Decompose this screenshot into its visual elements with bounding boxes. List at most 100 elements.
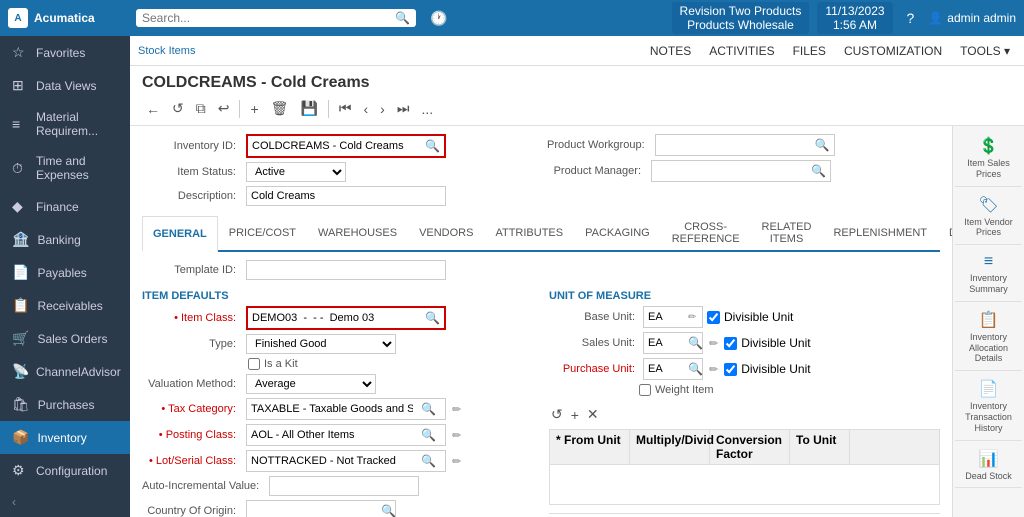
item-class-search-icon[interactable]: 🔍: [421, 309, 444, 327]
customization-button[interactable]: CUSTOMIZATION: [838, 42, 948, 60]
delete-button[interactable]: 🗑: [267, 98, 293, 119]
tax-category-input-wrap[interactable]: 🔍: [246, 398, 446, 420]
sales-unit-search-icon[interactable]: 🔍: [684, 334, 707, 352]
add-button[interactable]: +: [246, 99, 262, 119]
product-workgroup-input-wrap[interactable]: 🔍: [655, 134, 835, 156]
sidebar-item-salesorders[interactable]: 🛒 Sales Orders: [0, 322, 130, 355]
save-button[interactable]: 💾: [296, 98, 321, 119]
is-kit-checkbox[interactable]: [248, 358, 260, 370]
base-unit-search-icon[interactable]: ✏: [684, 310, 700, 325]
country-origin-search-icon[interactable]: 🔍: [377, 502, 400, 517]
lot-serial-input-wrap[interactable]: 🔍: [246, 450, 446, 472]
tab-packaging[interactable]: PACKAGING: [574, 216, 661, 250]
tab-relateditems[interactable]: RELATED ITEMS: [751, 216, 823, 250]
conv-refresh-button[interactable]: ↺: [549, 404, 565, 425]
base-divisible-checkbox[interactable]: [707, 311, 720, 324]
purchase-unit-input-wrap[interactable]: 🔍: [643, 358, 703, 380]
posting-class-input-wrap[interactable]: 🔍: [246, 424, 446, 446]
tab-warehouses[interactable]: WAREHOUSES: [307, 216, 408, 250]
type-select[interactable]: Finished Good: [246, 334, 396, 354]
lot-serial-search-icon[interactable]: 🔍: [417, 452, 440, 470]
prev-button[interactable]: ‹: [359, 99, 372, 119]
sidebar-item-channeladvisor[interactable]: 📡 ChannelAdvisor: [0, 355, 130, 388]
sales-unit-input-wrap[interactable]: 🔍: [643, 332, 703, 354]
sidebar-item-purchases[interactable]: 🛍 Purchases: [0, 388, 130, 421]
item-class-input-wrap[interactable]: 🔍: [246, 306, 446, 330]
posting-class-edit-icon[interactable]: ✏: [450, 429, 463, 442]
files-button[interactable]: FILES: [787, 42, 832, 60]
logo[interactable]: A Acumatica: [8, 8, 128, 28]
description-input[interactable]: [246, 186, 446, 206]
back-button[interactable]: ←: [142, 99, 164, 119]
sidebar-item-inventory[interactable]: 📦 Inventory: [0, 421, 130, 454]
item-class-input[interactable]: [248, 308, 421, 328]
product-manager-search-icon[interactable]: 🔍: [807, 162, 830, 180]
sidebar-item-dataviews[interactable]: ⊞ Data Views: [0, 69, 130, 102]
sidebar-item-receivables[interactable]: 📋 Receivables: [0, 289, 130, 322]
sales-unit-input[interactable]: [644, 333, 684, 353]
product-manager-input-wrap[interactable]: 🔍: [651, 160, 831, 182]
breadcrumb[interactable]: Stock Items: [138, 45, 195, 57]
product-workgroup-search-icon[interactable]: 🔍: [811, 136, 834, 154]
activities-button[interactable]: ACTIVITIES: [703, 42, 780, 60]
tools-button[interactable]: TOOLS ▾: [954, 42, 1016, 60]
lot-serial-input[interactable]: [247, 451, 417, 471]
inventory-summary-button[interactable]: ≡ Inventory Summary: [955, 247, 1022, 302]
auto-inc-input[interactable]: [269, 476, 419, 496]
sales-unit-edit-icon[interactable]: ✏: [707, 337, 720, 350]
sidebar-item-material[interactable]: ≡ Material Requirem...: [0, 102, 130, 146]
tab-pricecost[interactable]: PRICE/COST: [218, 216, 307, 250]
country-origin-input[interactable]: [247, 501, 377, 517]
first-button[interactable]: ⏮: [335, 98, 356, 119]
item-status-select[interactable]: Active: [246, 162, 346, 182]
sidebar-item-configuration[interactable]: ⚙ Configuration: [0, 454, 130, 487]
history-icon[interactable]: 🕐: [424, 6, 453, 31]
sidebar-item-banking[interactable]: 🏦 Banking: [0, 223, 130, 256]
search-input[interactable]: [142, 11, 391, 25]
sidebar-item-finance[interactable]: ◆ Finance: [0, 190, 130, 223]
inventory-id-input-wrap[interactable]: 🔍: [246, 134, 446, 158]
sales-divisible-checkbox[interactable]: [724, 337, 737, 350]
tab-deferral[interactable]: DEFERRAL: [938, 216, 952, 250]
tab-replenishment[interactable]: REPLENISHMENT: [822, 216, 938, 250]
admin-button[interactable]: 👤 admin admin: [928, 11, 1016, 25]
product-manager-input[interactable]: [652, 161, 807, 181]
valuation-select[interactable]: Average: [246, 374, 376, 394]
help-button[interactable]: ?: [901, 6, 921, 30]
weight-item-checkbox[interactable]: [639, 384, 651, 396]
inventory-id-input[interactable]: [248, 136, 421, 156]
last-button[interactable]: ⏭: [393, 98, 414, 119]
next-button[interactable]: ›: [376, 99, 389, 119]
purchase-unit-input[interactable]: [644, 359, 684, 379]
base-unit-input-wrap[interactable]: ✏: [643, 306, 703, 328]
tax-category-input[interactable]: [247, 399, 417, 419]
undo-button[interactable]: ↩: [214, 98, 234, 119]
tab-vendors[interactable]: VENDORS: [408, 216, 484, 250]
inventory-transaction-button[interactable]: 📄 Inventory Transaction History: [955, 373, 1022, 440]
purchase-divisible-checkbox[interactable]: [724, 363, 737, 376]
notes-button[interactable]: NOTES: [644, 42, 697, 60]
tab-crossref[interactable]: CROSS-REFERENCE: [661, 216, 751, 250]
dead-stock-button[interactable]: 📊 Dead Stock: [955, 443, 1022, 489]
posting-class-search-icon[interactable]: 🔍: [417, 426, 440, 444]
conv-delete-button[interactable]: ✕: [585, 404, 601, 425]
conv-add-button[interactable]: +: [569, 404, 581, 425]
inventory-allocation-button[interactable]: 📋 Inventory Allocation Details: [955, 304, 1022, 371]
item-vendor-prices-button[interactable]: 🏷 Item Vendor Prices: [955, 189, 1022, 246]
refresh-button[interactable]: ↺: [168, 98, 188, 119]
inventory-id-search-icon[interactable]: 🔍: [421, 137, 444, 155]
more-button[interactable]: ...: [417, 99, 437, 119]
sidebar-item-payables[interactable]: 📄 Payables: [0, 256, 130, 289]
tax-category-search-icon[interactable]: 🔍: [417, 400, 440, 418]
lot-serial-edit-icon[interactable]: ✏: [450, 455, 463, 468]
purchase-unit-edit-icon[interactable]: ✏: [707, 363, 720, 376]
tax-category-edit-icon[interactable]: ✏: [450, 403, 463, 416]
search-bar[interactable]: 🔍: [136, 9, 416, 27]
revision-info[interactable]: Revision Two Products Products Wholesale: [672, 2, 810, 34]
sidebar-item-time[interactable]: ⏱ Time and Expenses: [0, 146, 130, 190]
country-origin-input-wrap[interactable]: 🔍: [246, 500, 396, 517]
copy-button[interactable]: ⧉: [192, 98, 210, 119]
posting-class-input[interactable]: [247, 425, 417, 445]
sidebar-collapse[interactable]: ‹: [0, 487, 130, 517]
template-id-input[interactable]: [246, 260, 446, 280]
